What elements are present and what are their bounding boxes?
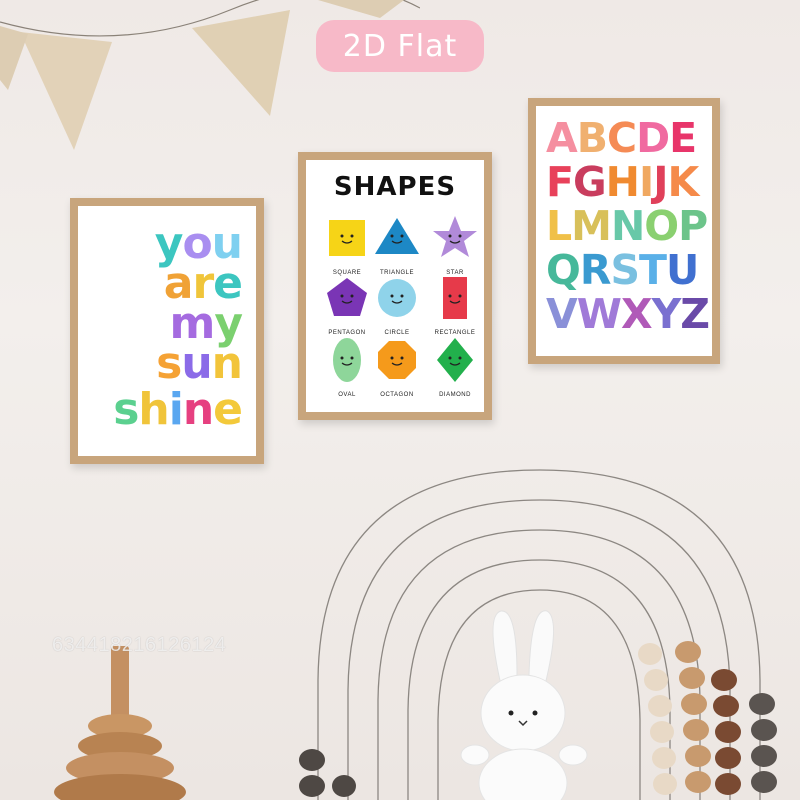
bunny-plush-icon — [460, 610, 588, 800]
watermark-text: 634418216126124 — [52, 634, 227, 656]
stacking-rings-toy-icon — [54, 646, 186, 800]
